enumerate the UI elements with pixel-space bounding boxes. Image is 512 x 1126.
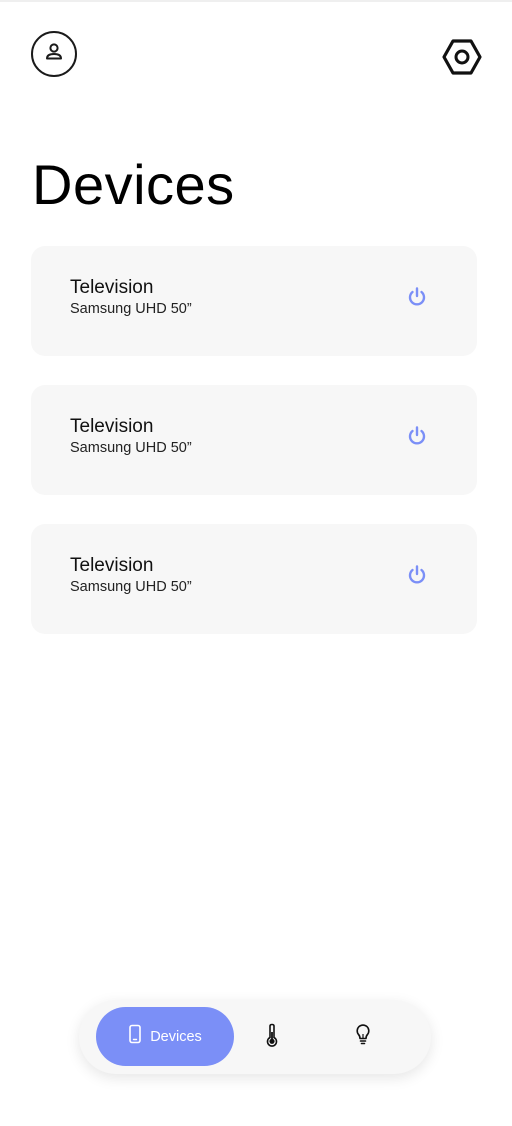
device-name: Television bbox=[70, 277, 154, 298]
device-name: Television bbox=[70, 416, 154, 437]
device-model: Samsung UHD 50” bbox=[70, 579, 192, 595]
thermometer-icon bbox=[264, 1023, 280, 1052]
power-button[interactable] bbox=[404, 286, 430, 312]
device-name: Television bbox=[70, 555, 154, 576]
device-card[interactable]: Television Samsung UHD 50” bbox=[31, 385, 477, 495]
bottom-nav: Devices bbox=[79, 1000, 431, 1074]
power-icon bbox=[406, 425, 428, 452]
device-card[interactable]: Television Samsung UHD 50” bbox=[31, 246, 477, 356]
power-button[interactable] bbox=[404, 564, 430, 590]
top-divider bbox=[0, 0, 512, 2]
device-card[interactable]: Television Samsung UHD 50” bbox=[31, 524, 477, 634]
hexagon-settings-icon bbox=[442, 38, 482, 81]
power-icon bbox=[406, 286, 428, 313]
lightbulb-icon bbox=[355, 1023, 371, 1051]
power-button[interactable] bbox=[404, 425, 430, 451]
nav-item-devices[interactable]: Devices bbox=[96, 1007, 234, 1066]
nav-item-temperature[interactable] bbox=[258, 1022, 286, 1052]
nav-item-devices-label: Devices bbox=[150, 1028, 202, 1045]
nav-item-lighting[interactable] bbox=[349, 1022, 377, 1052]
power-icon bbox=[406, 564, 428, 591]
profile-button[interactable] bbox=[31, 31, 77, 77]
phone-icon bbox=[128, 1024, 142, 1049]
settings-button[interactable] bbox=[441, 38, 483, 81]
page-title: Devices bbox=[32, 153, 235, 216]
person-icon bbox=[43, 41, 65, 68]
device-model: Samsung UHD 50” bbox=[70, 440, 192, 456]
device-model: Samsung UHD 50” bbox=[70, 301, 192, 317]
